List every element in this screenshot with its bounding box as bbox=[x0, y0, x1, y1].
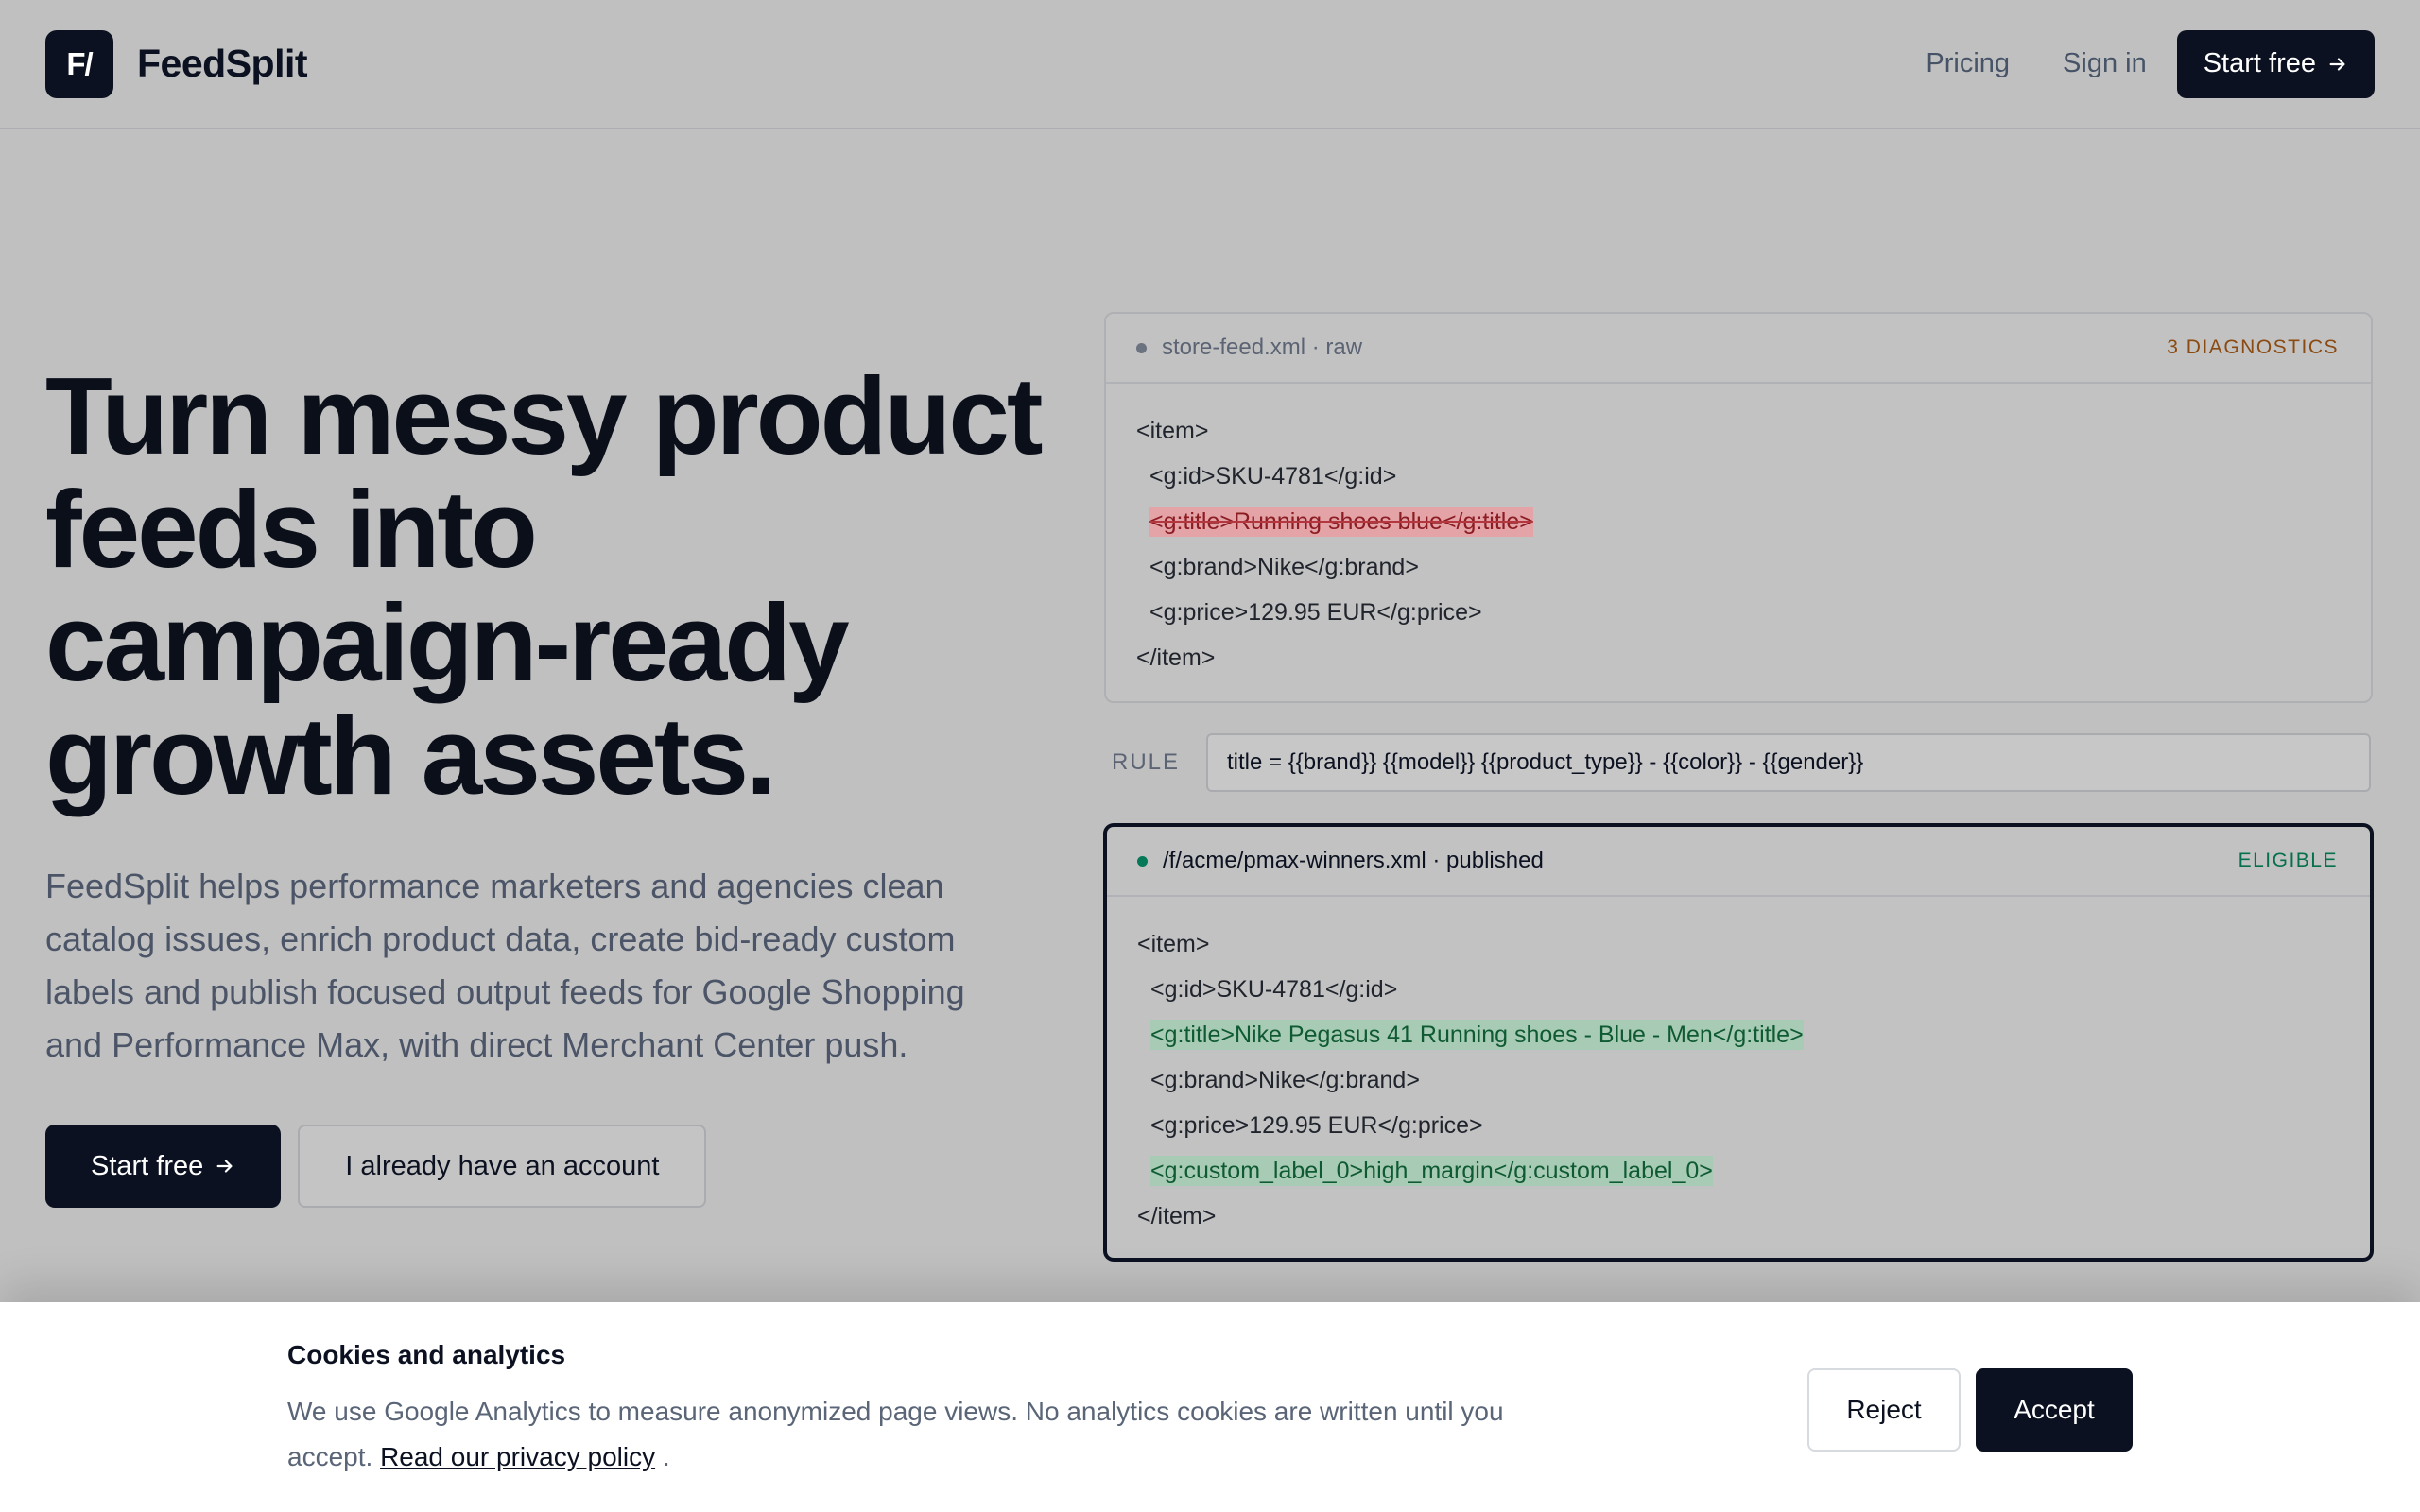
output-feed-filename: /f/acme/pmax-winners.xml · published bbox=[1163, 848, 1544, 873]
output-feed-code: <item> <g:id>SKU-4781</g:id> <g:title>Ni… bbox=[1107, 897, 2370, 1263]
code-line: <g:brand>Nike</g:brand> bbox=[1150, 554, 1419, 580]
output-feed-file: /f/acme/pmax-winners.xml · published bbox=[1137, 848, 1544, 874]
code-line-added: <g:custom_label_0>high_margin</g:custom_… bbox=[1137, 1148, 2340, 1194]
brand-name: FeedSplit bbox=[137, 42, 308, 85]
arrow-right-icon bbox=[216, 1160, 233, 1173]
code-line-removed: <g:title>Running shoes blue</g:title> bbox=[1136, 499, 2341, 544]
removed-highlight: <g:title>Running shoes blue</g:title> bbox=[1150, 507, 1533, 537]
accept-button[interactable]: Accept bbox=[1976, 1368, 2133, 1452]
hero-description: FeedSplit helps performance marketers an… bbox=[45, 867, 965, 1064]
added-highlight: <g:custom_label_0>high_margin</g:custom_… bbox=[1150, 1156, 1713, 1186]
raw-feed-panel: store-feed.xml · raw 3 DIAGNOSTICS <item… bbox=[1104, 312, 2373, 703]
cookie-banner: Cookies and analytics We use Google Anal… bbox=[0, 1302, 2420, 1512]
code-line: <g:price>129.95 EUR</g:price> bbox=[1150, 599, 1482, 626]
cookie-text: We use Google Analytics to measure anony… bbox=[287, 1397, 1504, 1471]
code-line: <g:price>129.95 EUR</g:price> bbox=[1150, 1112, 1483, 1139]
site-header: F/ FeedSplit Pricing Sign in Start free bbox=[0, 0, 2420, 129]
hero-actions: Start free I already have an account bbox=[45, 1125, 707, 1208]
diagnostics-badge: 3 DIAGNOSTICS bbox=[2167, 336, 2339, 358]
output-feed-header: /f/acme/pmax-winners.xml · published ELI… bbox=[1107, 827, 2370, 897]
logo: F/ bbox=[45, 29, 113, 98]
cookie-title: Cookies and analytics bbox=[287, 1340, 566, 1369]
rule-label: RULE bbox=[1112, 749, 1181, 775]
rule-row: RULE title = {{brand}} {{model}} {{produ… bbox=[1112, 733, 2371, 792]
brand[interactable]: F/ FeedSplit bbox=[45, 29, 308, 98]
raw-feed-code: <item> <g:id>SKU-4781</g:id> <g:title>Ru… bbox=[1106, 384, 2371, 705]
rule-input[interactable]: title = {{brand}} {{model}} {{product_ty… bbox=[1206, 733, 2371, 792]
code-line: <item> bbox=[1137, 931, 1210, 957]
code-line-added: <g:title>Nike Pegasus 41 Running shoes -… bbox=[1137, 1012, 2340, 1057]
top-nav: Pricing Sign in Start free bbox=[1899, 29, 2375, 98]
reject-button[interactable]: Reject bbox=[1807, 1368, 1961, 1452]
cookie-actions: Reject Accept bbox=[1807, 1368, 2133, 1452]
raw-feed-header: store-feed.xml · raw 3 DIAGNOSTICS bbox=[1106, 314, 2371, 384]
code-line: </item> bbox=[1136, 644, 1216, 671]
nav-sign-in-link[interactable]: Sign in bbox=[2036, 48, 2173, 79]
status-dot-icon bbox=[1137, 855, 1148, 867]
privacy-policy-link[interactable]: Read our privacy policy bbox=[380, 1442, 655, 1471]
nav-pricing-link[interactable]: Pricing bbox=[1899, 48, 2036, 79]
status-dot-icon bbox=[1136, 342, 1147, 353]
code-line: </item> bbox=[1137, 1203, 1217, 1229]
raw-feed-filename: store-feed.xml · raw bbox=[1162, 335, 1363, 360]
header-start-free-button[interactable]: Start free bbox=[2176, 29, 2375, 98]
eligible-badge: ELIGIBLE bbox=[2238, 850, 2338, 871]
arrow-right-icon bbox=[2329, 57, 2345, 71]
hero-start-free-label: Start free bbox=[91, 1150, 204, 1181]
header-start-free-label: Start free bbox=[2203, 48, 2316, 78]
raw-feed-file: store-feed.xml · raw bbox=[1136, 335, 1362, 361]
existing-account-button[interactable]: I already have an account bbox=[298, 1125, 707, 1208]
hero-title: Turn messy product feeds into campaign-r… bbox=[45, 354, 1043, 817]
code-line: <g:brand>Nike</g:brand> bbox=[1150, 1067, 1420, 1093]
hero-start-free-button[interactable]: Start free bbox=[45, 1125, 282, 1208]
code-line: <g:id>SKU-4781</g:id> bbox=[1150, 976, 1398, 1003]
added-highlight: <g:title>Nike Pegasus 41 Running shoes -… bbox=[1150, 1020, 1804, 1050]
code-line: <item> bbox=[1136, 418, 1209, 444]
code-line: <g:id>SKU-4781</g:id> bbox=[1150, 463, 1397, 490]
output-feed-panel: /f/acme/pmax-winners.xml · published ELI… bbox=[1104, 824, 2373, 1261]
